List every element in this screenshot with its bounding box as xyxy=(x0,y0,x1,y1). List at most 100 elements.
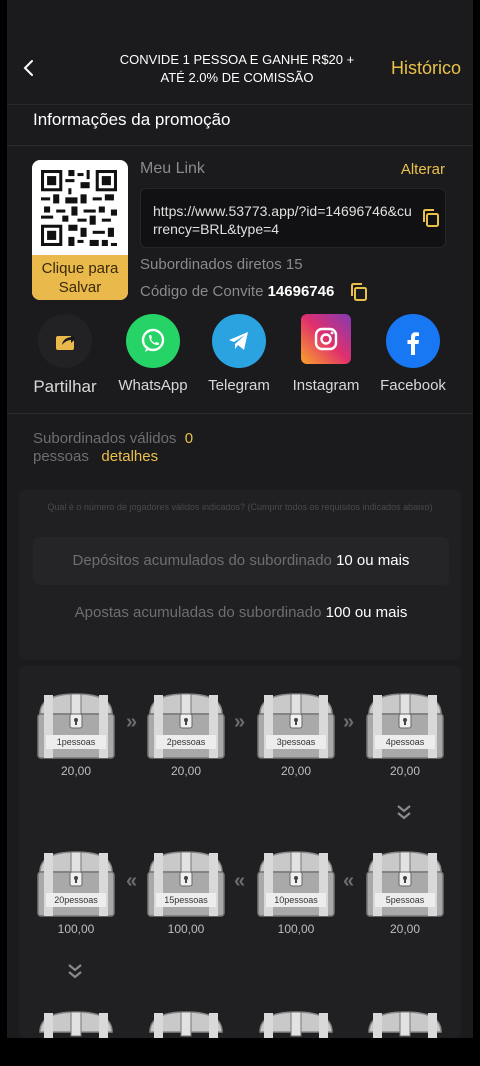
link-url: https://www.53773.app/?id=14696746&curre… xyxy=(153,203,412,237)
chest-amount: 20,00 xyxy=(389,922,421,936)
title-line-1: CONVIDE 1 PESSOA E GANHE R$20 + xyxy=(119,52,355,67)
change-link-button[interactable]: Alterar xyxy=(401,161,445,178)
reward-chest[interactable]: 3pessoas 20,00 xyxy=(254,690,338,778)
reward-chest[interactable]: 4pessoas 20,00 xyxy=(363,690,447,778)
reward-chest[interactable]: 15pessoas 100,00 xyxy=(144,848,228,936)
treasure-chest-icon xyxy=(366,851,444,917)
qr-card[interactable]: Clique para Salvar xyxy=(32,160,128,300)
chest-people-label: 20pessoas xyxy=(54,895,98,905)
treasure-chest-icon xyxy=(37,693,115,759)
treasure-chest-icon xyxy=(39,1011,113,1038)
save-qr-line-1: Clique para xyxy=(41,260,119,277)
share-icon xyxy=(38,314,92,368)
title-line-2: ATÉ 2.0% DE COMISSÃO xyxy=(160,70,314,85)
qr-code-icon xyxy=(41,170,117,246)
facebook-icon xyxy=(386,314,440,368)
treasure-chest-icon xyxy=(259,1011,333,1038)
chest-people-label: 3pessoas xyxy=(276,737,316,747)
requirements-question: Qual é o número de jogadores válidos ind… xyxy=(47,502,433,512)
whatsapp-icon xyxy=(126,314,180,368)
facebook-label: Facebook xyxy=(380,377,446,394)
instagram-icon xyxy=(301,314,351,364)
whatsapp-share-button[interactable]: WhatsApp xyxy=(108,314,198,394)
treasure-chest-icon xyxy=(37,851,115,917)
link-box[interactable]: https://www.53773.app/?id=14696746&curre… xyxy=(140,188,446,248)
reward-chest-partial[interactable] xyxy=(363,1008,447,1038)
chest-people-label: 10pessoas xyxy=(274,895,318,905)
chest-people-label: 1pessoas xyxy=(56,737,96,747)
reward-chest[interactable]: 10pessoas 100,00 xyxy=(254,848,338,936)
direct-subordinates: Subordinados diretos 15 xyxy=(140,256,303,273)
copy-code-icon[interactable] xyxy=(349,282,369,302)
chest-amount: 20,00 xyxy=(60,764,92,778)
back-button[interactable] xyxy=(17,56,41,80)
save-qr-button[interactable]: Clique para Salvar xyxy=(32,255,128,300)
chest-amount: 20,00 xyxy=(280,764,312,778)
valid-subordinates: Subordinados válidos 0 pessoas detalhes xyxy=(33,430,193,466)
header: CONVIDE 1 PESSOA E GANHE R$20 + ATÉ 2.0%… xyxy=(7,34,473,104)
treasure-chest-icon xyxy=(366,693,444,759)
chevrons-left-icon: « xyxy=(126,870,137,892)
valid-subordinates-count: 0 xyxy=(184,430,194,447)
deposit-requirement-label: Depósitos acumulados do subordinado xyxy=(72,552,332,569)
instagram-share-button[interactable]: Instagram xyxy=(281,314,371,394)
telegram-share-button[interactable]: Telegram xyxy=(194,314,284,394)
treasure-chest-icon xyxy=(147,693,225,759)
telegram-icon xyxy=(212,314,266,368)
treasure-chest-icon xyxy=(257,693,335,759)
page-title: CONVIDE 1 PESSOA E GANHE R$20 + ATÉ 2.0%… xyxy=(107,51,367,87)
chest-people-label: 4pessoas xyxy=(385,737,425,747)
chest-amount: 20,00 xyxy=(170,764,202,778)
treasure-chest-icon xyxy=(368,1011,442,1038)
reward-chest-partial[interactable] xyxy=(34,1008,118,1038)
invite-code-row: Código de Convite 14696746 xyxy=(140,283,334,300)
share-label: Partilhar xyxy=(33,377,97,396)
chevron-left-icon xyxy=(23,60,33,76)
bet-requirement-label: Apostas acumuladas do subordinado xyxy=(74,604,322,621)
instagram-label: Instagram xyxy=(292,377,360,394)
valid-subordinates-unit: pessoas xyxy=(33,448,89,465)
copy-link-icon[interactable] xyxy=(421,208,441,228)
chevrons-down-icon xyxy=(394,802,414,822)
chest-amount: 100,00 xyxy=(57,922,95,936)
invite-code-label: Código de Convite xyxy=(140,283,264,300)
valid-subordinates-label: Subordinados válidos xyxy=(33,430,177,447)
chest-people-label: 15pessoas xyxy=(164,895,208,905)
divider xyxy=(7,145,473,146)
app-screen: CONVIDE 1 PESSOA E GANHE R$20 + ATÉ 2.0%… xyxy=(7,0,473,1038)
treasure-chest-icon xyxy=(147,851,225,917)
whatsapp-label: WhatsApp xyxy=(118,377,188,394)
my-link-label: Meu Link xyxy=(140,160,205,177)
chevrons-left-icon: « xyxy=(234,870,245,892)
reward-chest[interactable]: 1pessoas 20,00 xyxy=(34,690,118,778)
bet-requirement-value: 100 ou mais xyxy=(325,604,408,621)
history-link[interactable]: Histórico xyxy=(391,58,461,79)
chest-people-label: 2pessoas xyxy=(166,737,206,747)
reward-chest-partial[interactable] xyxy=(144,1008,228,1038)
facebook-share-button[interactable]: Facebook xyxy=(368,314,458,394)
telegram-label: Telegram xyxy=(208,377,270,394)
reward-chest[interactable]: 2pessoas 20,00 xyxy=(144,690,228,778)
chevrons-right-icon: » xyxy=(343,711,354,733)
chevrons-down-icon xyxy=(65,961,85,981)
chevrons-right-icon: » xyxy=(126,711,137,733)
chevrons-right-icon: » xyxy=(234,711,245,733)
bet-requirement: Apostas acumuladas do subordinado 100 ou… xyxy=(33,589,449,637)
share-button[interactable]: Partilhar xyxy=(20,314,110,397)
chest-people-label: 5pessoas xyxy=(385,895,425,905)
reward-chest[interactable]: 20pessoas 100,00 xyxy=(34,848,118,936)
treasure-chest-icon xyxy=(149,1011,223,1038)
chest-amount: 100,00 xyxy=(277,922,315,936)
chest-amount: 100,00 xyxy=(167,922,205,936)
divider xyxy=(7,413,473,414)
reward-chest[interactable]: 5pessoas 20,00 xyxy=(363,848,447,936)
treasure-chest-icon xyxy=(257,851,335,917)
details-link[interactable]: detalhes xyxy=(101,448,158,465)
divider xyxy=(7,104,473,105)
reward-chest-partial[interactable] xyxy=(254,1008,338,1038)
deposit-requirement: Depósitos acumulados do subordinado 10 o… xyxy=(33,537,449,585)
chest-amount: 20,00 xyxy=(389,764,421,778)
section-title: Informações da promoção xyxy=(33,110,231,129)
chevrons-left-icon: « xyxy=(343,870,354,892)
save-qr-line-2: Salvar xyxy=(58,279,102,296)
